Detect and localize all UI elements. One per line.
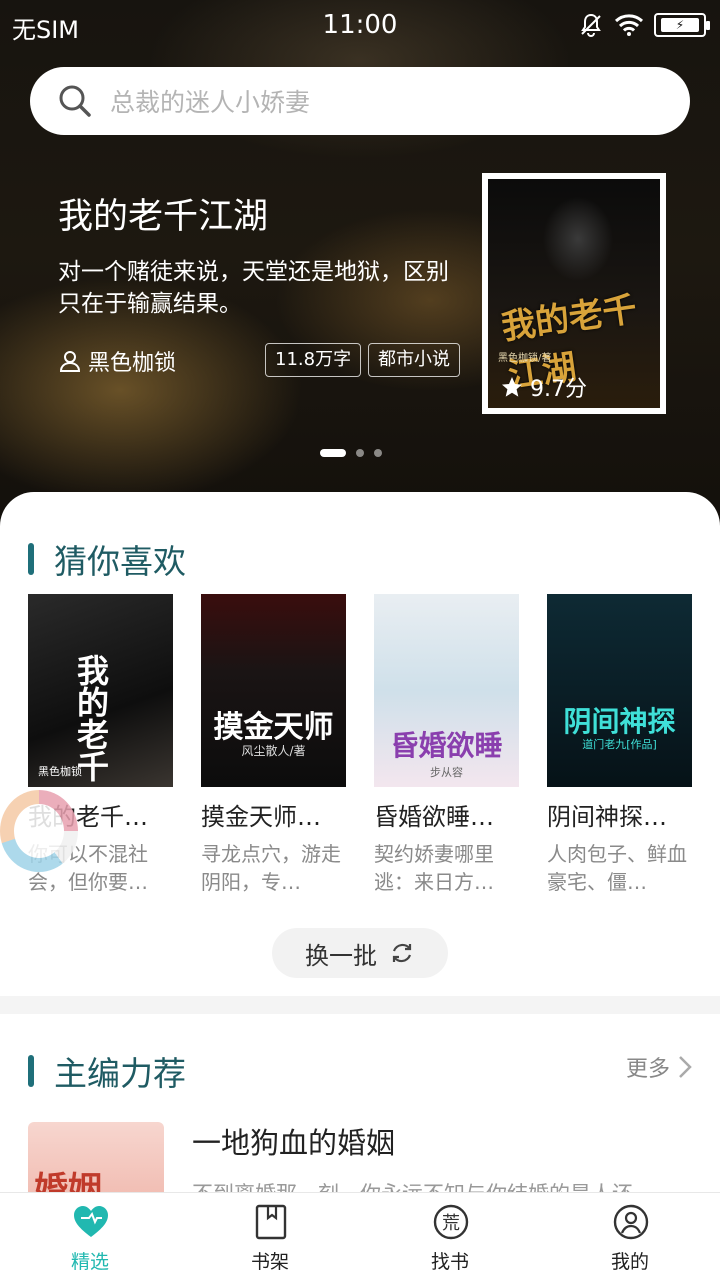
find-book-icon: 荒 <box>433 1204 469 1240</box>
bookshelf-icon <box>255 1204 287 1240</box>
heart-icon <box>74 1206 108 1237</box>
book-cover: 阴间神探 道门老九[作品] <box>547 594 692 787</box>
featured-author: 黑色枷锁 <box>58 345 176 377</box>
carousel-dot <box>356 449 364 457</box>
mute-bell-icon <box>581 13 601 37</box>
book-desc: 契约娇妻哪里逃：来日方… <box>374 842 494 894</box>
more-link[interactable]: 更多 <box>626 1051 692 1083</box>
floating-loader-icon[interactable] <box>0 790 78 872</box>
refresh-icon <box>392 943 412 963</box>
book-card[interactable]: 摸金天师 风尘散人/著 摸金天师… 寻龙点穴，游走阴阳，专… <box>201 594 346 896</box>
featured-cover-art: 我的老千江湖 黑色枷锁/著 9.7分 <box>488 179 660 408</box>
featured-description: 对一个赌徒来说，天堂还是地狱，区别只在于输赢结果。 <box>58 259 449 317</box>
featured-title[interactable]: 我的老千江湖 <box>58 188 268 239</box>
carousel-indicator <box>320 449 382 457</box>
word-count-tag: 11.8万字 <box>265 343 362 377</box>
svg-text:荒: 荒 <box>442 1213 460 1234</box>
book-cover: 摸金天师 风尘散人/著 <box>201 594 346 787</box>
bottom-nav: 精选 书架 荒 找书 我的 <box>0 1192 720 1280</box>
chevron-right-icon <box>679 1056 692 1078</box>
nav-item-bookshelf[interactable]: 书架 <box>180 1193 360 1280</box>
status-icons: ⚡ <box>578 12 710 38</box>
book-title: 摸金天师… <box>201 803 321 831</box>
book-cover-author: 道门老九[作品] <box>582 738 657 751</box>
book-card[interactable]: 昏婚欲睡 步从容 昏婚欲睡… 契约娇妻哪里逃：来日方… <box>374 594 519 896</box>
section-title: 猜你喜欢 <box>54 542 186 581</box>
featured-rating-value: 9.7分 <box>530 377 587 402</box>
editor-book-title[interactable]: 一地狗血的婚姻 <box>192 1120 395 1162</box>
star-icon <box>502 377 522 397</box>
section-divider <box>0 996 720 1014</box>
nav-label: 书架 <box>250 1251 289 1273</box>
book-cover: 我的老千 黑色枷锁 <box>28 594 173 787</box>
status-bar: 无SIM 11:00 ⚡ <box>0 0 720 50</box>
book-grid: 我的老千 黑色枷锁 我的老千… 你可以不混社会，但你要… 摸金天师 风尘散人/著… <box>28 594 692 896</box>
book-cover-title: 昏婚欲睡 <box>390 729 503 762</box>
book-cover-author: 黑色枷锁 <box>38 765 82 778</box>
refresh-label: 换一批 <box>305 941 377 970</box>
genre-tag[interactable]: 都市小说 <box>368 343 460 377</box>
book-cover-title: 摸金天师 <box>213 710 334 745</box>
battery-icon: ⚡ <box>654 13 710 37</box>
section-editor-picks: 主编力荐 <box>28 1047 186 1095</box>
nav-label: 找书 <box>430 1251 469 1273</box>
wifi-icon <box>614 14 644 36</box>
nav-label: 精选 <box>70 1251 109 1273</box>
more-label: 更多 <box>625 1057 670 1082</box>
book-title: 昏婚欲睡… <box>374 803 494 831</box>
book-desc: 人肉包子、鲜血豪宅、僵… <box>547 842 687 894</box>
user-icon <box>59 351 81 372</box>
refresh-batch-button[interactable]: 换一批 <box>272 928 448 978</box>
profile-icon <box>613 1204 649 1240</box>
section-guess-you-like: 猜你喜欢 <box>28 535 186 583</box>
book-cover-author: 风尘散人/著 <box>241 744 306 758</box>
book-cover-title: 阴间神探 <box>563 705 676 738</box>
carousel-dot <box>320 449 346 457</box>
featured-cover[interactable]: 我的老千江湖 黑色枷锁/著 9.7分 <box>482 173 666 414</box>
search-input[interactable]: 总裁的迷人小娇妻 <box>30 67 690 135</box>
book-title: 阴间神探… <box>547 803 667 831</box>
search-placeholder: 总裁的迷人小娇妻 <box>110 88 311 117</box>
book-card[interactable]: 阴间神探 道门老九[作品] 阴间神探… 人肉包子、鲜血豪宅、僵… <box>547 594 692 896</box>
section-accent-bar <box>28 543 34 575</box>
carousel-dot <box>374 449 382 457</box>
book-cover: 昏婚欲睡 步从容 <box>374 594 519 787</box>
featured-author-name: 黑色枷锁 <box>88 351 177 376</box>
search-icon <box>59 85 91 117</box>
nav-label: 我的 <box>610 1251 649 1273</box>
nav-item-profile[interactable]: 我的 <box>540 1193 720 1280</box>
nav-item-featured[interactable]: 精选 <box>0 1193 180 1280</box>
book-cover-author: 步从容 <box>430 766 463 779</box>
section-title: 主编力荐 <box>54 1054 186 1093</box>
featured-rating: 9.7分 <box>500 371 587 403</box>
book-desc: 寻龙点穴，游走阴阳，专… <box>201 842 341 894</box>
section-accent-bar <box>28 1055 34 1087</box>
featured-cover-author: 黑色枷锁/著 <box>498 353 552 364</box>
nav-item-find-book[interactable]: 荒 找书 <box>360 1193 540 1280</box>
